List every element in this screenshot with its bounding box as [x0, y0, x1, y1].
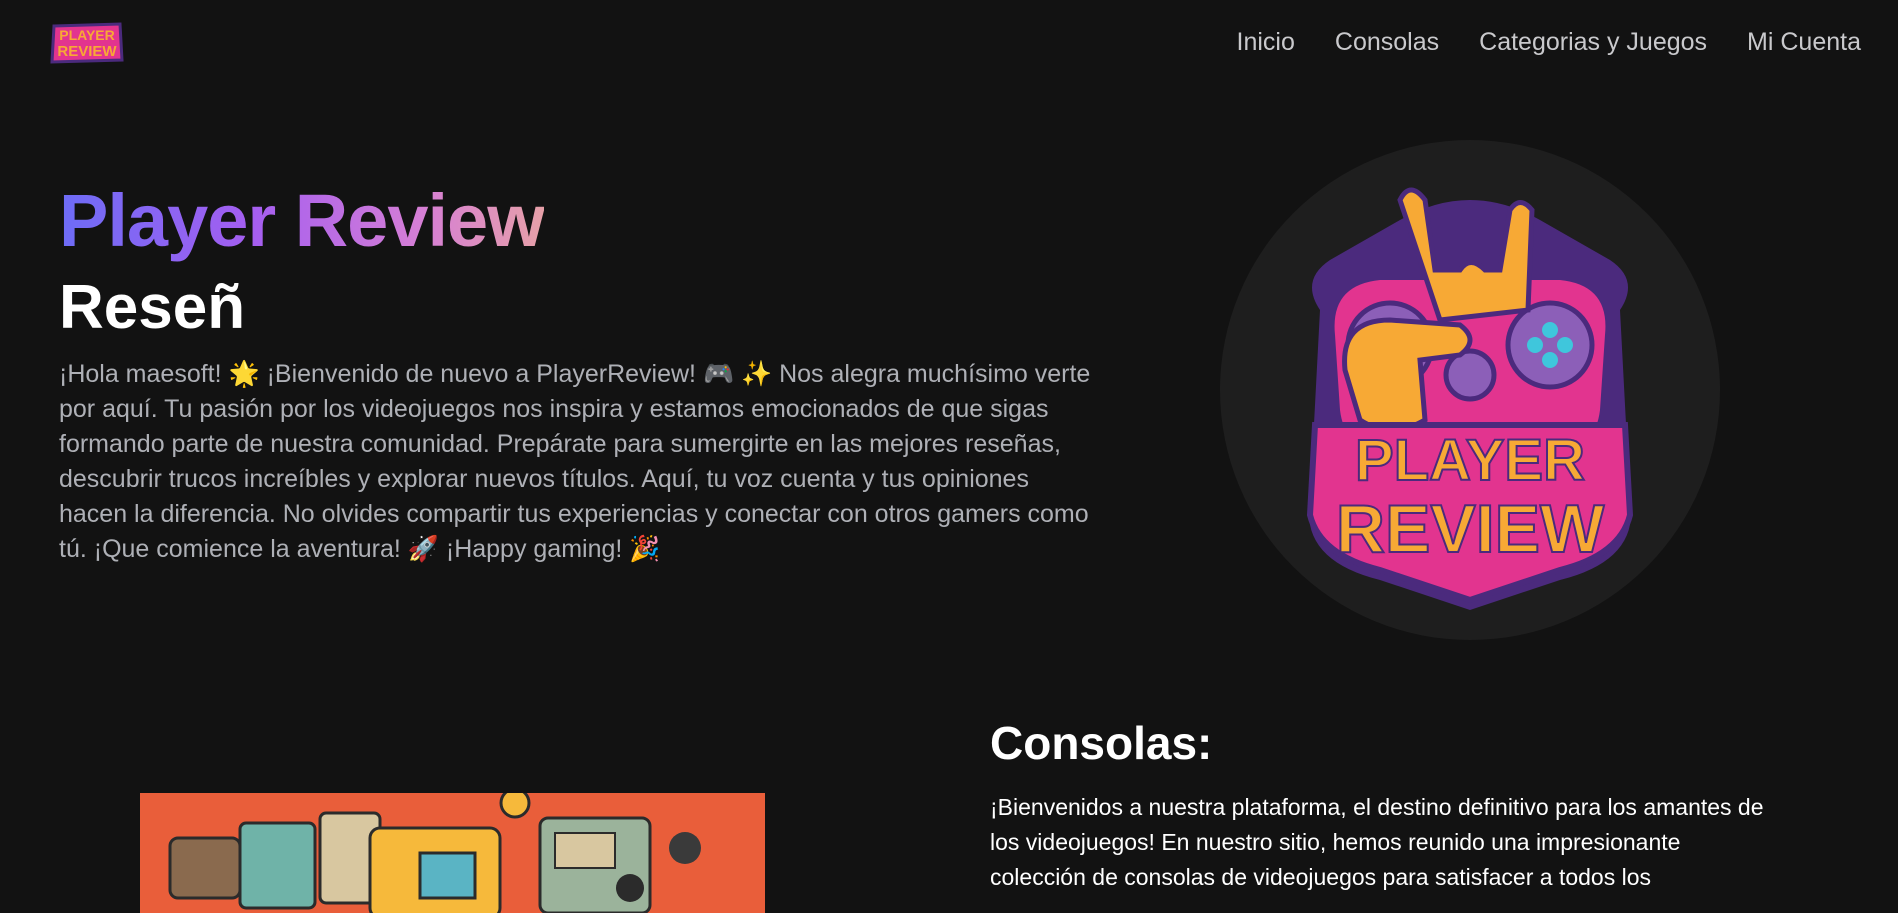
logo-line1: PLAYER: [59, 27, 115, 43]
site-header: PLAYER REVIEW Inicio Consolas Categorias…: [0, 0, 1898, 84]
consolas-heading: Consolas:: [990, 717, 1213, 769]
nav-categorias-juegos[interactable]: Categorias y Juegos: [1479, 26, 1707, 58]
hero-logo-line2: REVIEW: [1336, 491, 1605, 567]
consolas-description: ¡Bienvenidos a nuestra plataforma, el de…: [990, 794, 1764, 890]
nav-inicio[interactable]: Inicio: [1237, 26, 1295, 58]
hero-title: Player Review: [59, 176, 545, 266]
nav-consolas[interactable]: Consolas: [1335, 26, 1439, 58]
player-review-logo-large: PLAYER REVIEW: [1306, 187, 1634, 610]
player-review-logo[interactable]: PLAYER REVIEW: [48, 20, 126, 66]
hero-logo-line1: PLAYER: [1355, 428, 1585, 493]
nav-mi-cuenta[interactable]: Mi Cuenta: [1747, 26, 1861, 58]
welcome-message: ¡Hola maesoft! 🌟 ¡Bienvenido de nuevo a …: [59, 360, 1091, 563]
main-nav: Inicio Consolas Categorias y Juegos Mi C…: [1237, 26, 1861, 58]
consoles-artwork: [140, 793, 765, 913]
logo-line2: REVIEW: [57, 43, 117, 60]
consoles-illustration: [140, 793, 765, 913]
hero-subtitle: Reseñ: [59, 273, 246, 342]
